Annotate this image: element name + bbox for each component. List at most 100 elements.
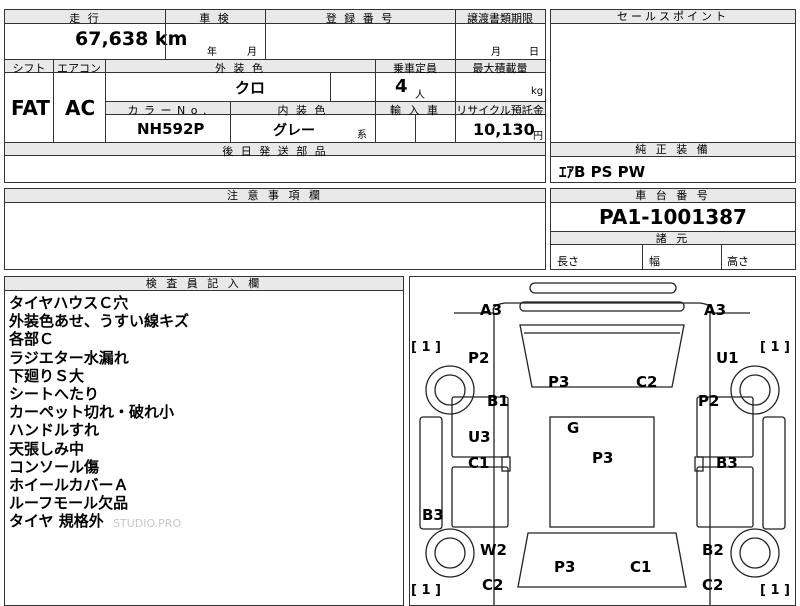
- grid-line: [721, 245, 722, 269]
- grid-line: [53, 59, 54, 142]
- transfer-day-label: 日: [529, 47, 539, 58]
- transfer-deadline-header: 譲渡書類期限: [467, 12, 533, 25]
- grid-line: [165, 10, 166, 59]
- sales-point-panel: セールスポイント: [550, 9, 796, 143]
- capacity-value: 4: [395, 76, 408, 97]
- grid-line: [330, 73, 331, 101]
- shift-value: FAT: [11, 96, 50, 120]
- count-bracket-rear-left: [ 1 ]: [411, 583, 441, 598]
- wheel-front-right-shape: [730, 365, 780, 415]
- capacity-header: 乗車定員: [393, 62, 437, 75]
- transfer-month-label: 月: [491, 47, 501, 58]
- wheel-rear-left-inner-shape: [434, 537, 466, 569]
- wheel-front-left-shape: [425, 365, 475, 415]
- inspector-notes-header: 検 査 員 記 入 欄: [5, 277, 403, 291]
- width-label: 幅: [649, 255, 660, 268]
- right-rear-door-shape: [696, 466, 754, 528]
- damage-mark-p3-roof: P3: [592, 449, 614, 467]
- grid-line: [375, 59, 376, 142]
- count-bracket-front-left: [ 1 ]: [411, 340, 441, 355]
- wheel-front-left-inner-shape: [434, 374, 466, 406]
- wheel-rear-right-inner-shape: [739, 537, 771, 569]
- front-bumper-shape: [529, 282, 677, 294]
- length-label: 長さ: [557, 255, 579, 268]
- interior-color-value: グレー: [273, 123, 315, 139]
- recycle-header: リサイクル預託金: [456, 104, 544, 117]
- inspector-note: ハンドルすれ: [9, 421, 100, 440]
- chassis-panel: 車 台 番 号 PA1-1001387 諸 元 長さ 幅 高さ: [550, 188, 796, 270]
- color-no-header: カ ラ ー N o .: [127, 104, 208, 117]
- caution-panel: 注 意 事 項 欄: [4, 188, 546, 270]
- grid-line: [415, 115, 416, 142]
- inspection-header: 車 検: [199, 12, 231, 25]
- grid-line: [455, 10, 456, 142]
- damage-mark-p2-right: P2: [698, 392, 720, 410]
- genuine-equipment-value: ｴｱB PS PW: [559, 163, 646, 181]
- damage-mark-b3-left: B3: [422, 506, 444, 524]
- damage-mark-a3-left: A3: [480, 301, 503, 319]
- rear-window-shape: [517, 532, 687, 588]
- inspection-year-label: 年: [207, 47, 217, 58]
- right-sill-shape: [762, 416, 786, 530]
- damage-mark-c2-bottom-right: C2: [702, 576, 724, 594]
- mileage-value: 67,638 km: [75, 28, 188, 50]
- count-bracket-front-right: [ 1 ]: [760, 340, 790, 355]
- inspector-note: 外装色あせ、うすい線キズ: [9, 312, 190, 331]
- watermark-text: STUDIO.PRO: [113, 517, 182, 530]
- inspector-note: 下廻りＳ大: [9, 366, 85, 385]
- inspector-note: カーペット切れ・破れ小: [9, 403, 175, 422]
- registration-header: 登 録 番 号: [325, 12, 395, 25]
- exterior-color-value: クロ: [235, 79, 266, 97]
- damage-mark-b3-right: B3: [716, 454, 738, 472]
- damage-mark-p2-left: P2: [468, 349, 490, 367]
- mirror-right-shape: [694, 456, 704, 472]
- left-rear-door-shape: [451, 466, 509, 528]
- ac-header: エアコン: [57, 62, 101, 75]
- damage-mark-w2-left: W2: [480, 541, 507, 559]
- damage-mark-c1-bottom: C1: [630, 558, 652, 576]
- inspector-note: 各部Ｃ: [9, 330, 55, 349]
- damage-mark-a3-right: A3: [704, 301, 727, 319]
- wheel-front-right-inner-shape: [739, 374, 771, 406]
- recycle-unit: 円: [533, 131, 543, 142]
- wheel-rear-right-shape: [730, 528, 780, 578]
- max-load-unit: kg: [531, 86, 544, 97]
- color-no-value: NH592P: [137, 120, 205, 138]
- count-bracket-rear-right: [ 1 ]: [760, 583, 790, 598]
- genuine-equipment-header: 純 正 装 備: [551, 143, 795, 157]
- sales-point-header: セールスポイント: [551, 10, 795, 24]
- interior-color-suffix: 系: [357, 130, 367, 141]
- roof-shape: [549, 416, 655, 528]
- damage-mark-p3-bottom: P3: [554, 558, 576, 576]
- dimensions-header: 諸 元: [551, 231, 795, 245]
- damage-mark-c1-left: C1: [468, 454, 490, 472]
- damage-mark-b1-left: B1: [487, 392, 509, 410]
- later-parts-header: 後 日 発 送 部 品: [222, 145, 328, 158]
- grid-line: [230, 101, 231, 142]
- inspector-note: コンソール傷: [9, 457, 100, 476]
- vehicle-info-table: 走 行 車 検 登 録 番 号 譲渡書類期限 67,638 km 年 月 月 日…: [4, 9, 546, 183]
- inspector-note: シートへたり: [9, 385, 100, 404]
- inspection-month-label: 月: [247, 47, 257, 58]
- damage-mark-u1-right: U1: [716, 349, 739, 367]
- capacity-unit: 人: [415, 90, 425, 101]
- recycle-value: 10,130: [473, 120, 535, 139]
- damage-mark-b2-right: B2: [702, 541, 724, 559]
- damage-mark-u3-left: U3: [468, 428, 491, 446]
- damage-mark-p3-top: P3: [548, 373, 570, 391]
- damage-mark-c2-bottom-left: C2: [482, 576, 504, 594]
- mirror-left-shape: [501, 456, 511, 472]
- genuine-equipment-panel: 純 正 装 備 ｴｱB PS PW: [550, 142, 796, 183]
- inspector-note: 天張しみ中: [9, 439, 85, 458]
- damage-diagram-panel: A3 A3 P2 U1 P3 C2 B1 P2 G U3 P3 C1 B3 B3…: [409, 276, 796, 606]
- inspector-notes-list: タイヤハウスＣ穴 外装色あせ、うすい線キズ 各部Ｃ ラジエター水漏れ 下廻りＳ大…: [9, 294, 189, 531]
- height-label: 高さ: [727, 255, 749, 268]
- grid-line: [105, 59, 106, 142]
- inspector-note: ラジエター水漏れ: [9, 348, 129, 367]
- shift-header: シフト: [12, 62, 46, 75]
- chassis-number-value: PA1-1001387: [599, 205, 747, 229]
- caution-header: 注 意 事 項 欄: [5, 189, 545, 203]
- inspector-note: ホイールカバーＡ: [9, 476, 129, 495]
- grid-line: [642, 245, 643, 269]
- inspector-notes-panel: 検 査 員 記 入 欄 タイヤハウスＣ穴 外装色あせ、うすい線キズ 各部Ｃ ラジ…: [4, 276, 404, 606]
